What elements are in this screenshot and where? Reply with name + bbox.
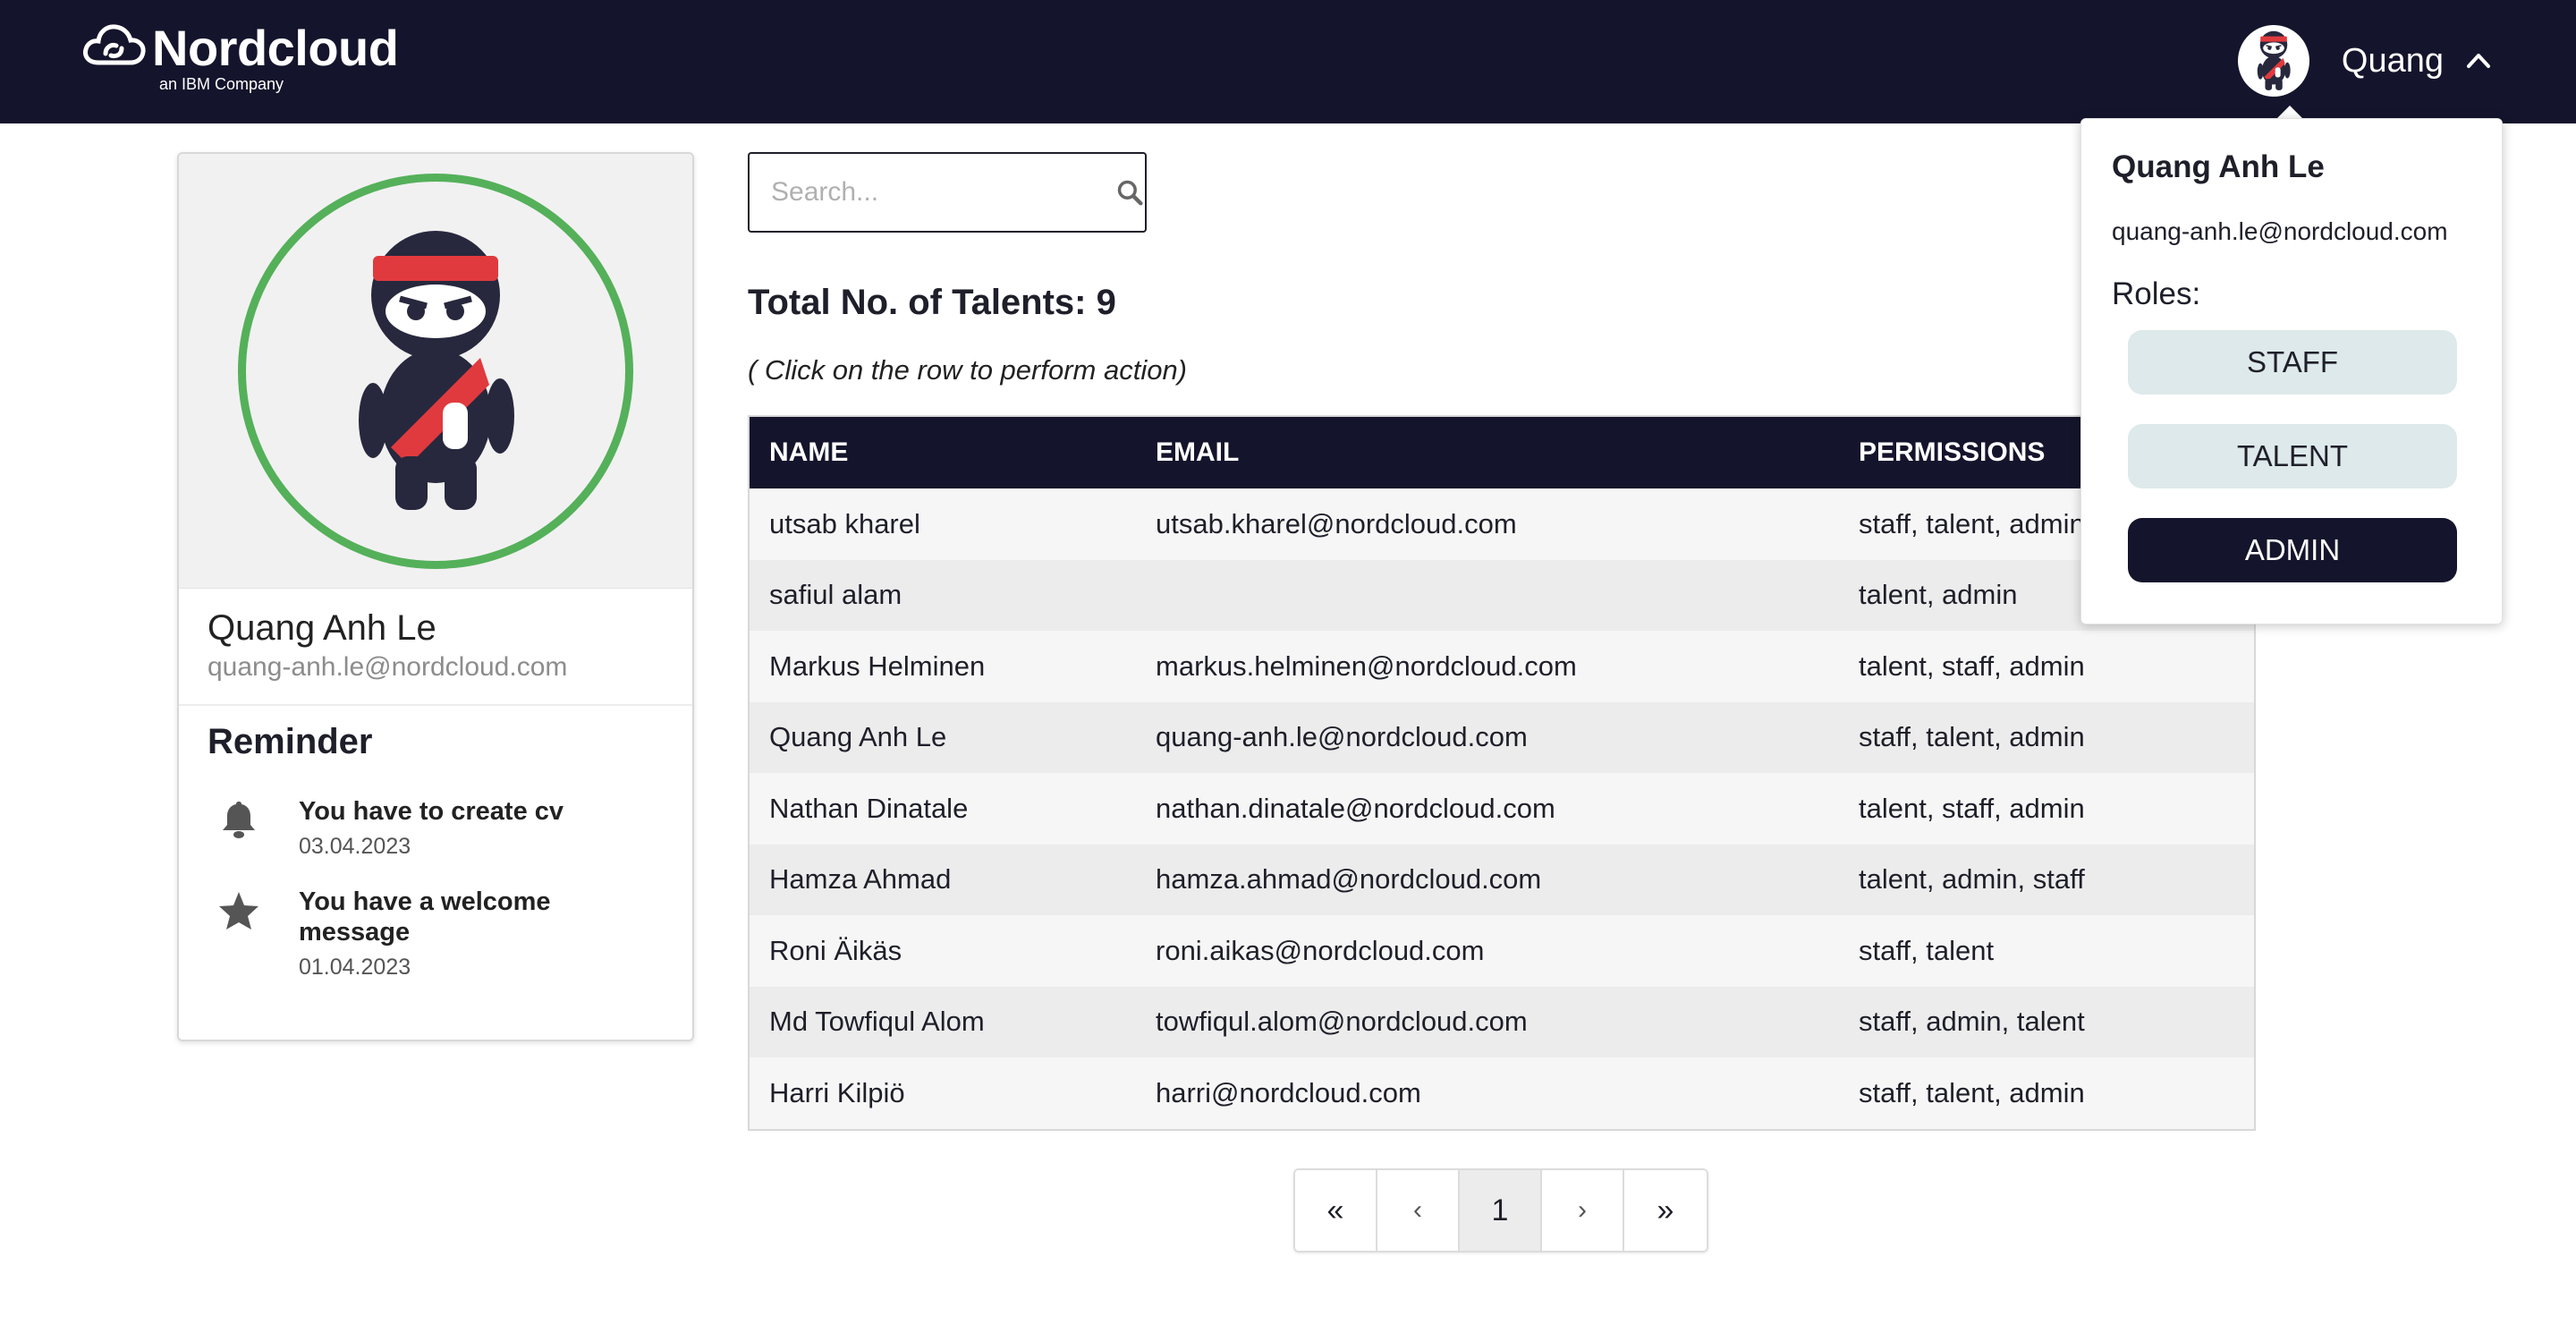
role-admin-button[interactable]: ADMIN [2128, 518, 2457, 582]
user-name: Quang [2341, 41, 2444, 80]
profile-card: Quang Anh Le quang-anh.le@nordcloud.com … [177, 152, 694, 1041]
column-header-name[interactable]: NAME [750, 417, 1136, 488]
cell-permissions: staff, talent, admin [1859, 1076, 2085, 1108]
cell-email: quang-anh.le@nordcloud.com [1156, 721, 1528, 753]
prev-page-button[interactable]: ‹ [1377, 1170, 1460, 1251]
reminder-item[interactable]: You have a welcome message 01.04.2023 [179, 887, 692, 981]
cell-email: harri@nordcloud.com [1156, 1076, 1421, 1108]
reminder-date: 01.04.2023 [299, 955, 411, 980]
table-row[interactable]: Quang Anh Le quang-anh.le@nordcloud.com … [750, 701, 2254, 773]
profile-avatar [238, 173, 633, 569]
last-page-button[interactable]: » [1624, 1170, 1707, 1251]
cell-name: Markus Helminen [769, 650, 986, 682]
bell-icon [208, 796, 270, 860]
reminder-item[interactable]: You have to create cv 03.04.2023 [179, 796, 692, 860]
avatar [2237, 25, 2309, 97]
dropdown-user-name: Quang Anh Le [2112, 149, 2325, 184]
cell-permissions: talent, staff, admin [1859, 792, 2085, 824]
cell-email: utsab.kharel@nordcloud.com [1156, 507, 1517, 539]
first-page-button[interactable]: « [1295, 1170, 1377, 1251]
roles-label: Roles: [2112, 276, 2201, 311]
chevron-up-icon [2465, 47, 2492, 74]
cell-permissions: staff, talent [1859, 934, 1995, 966]
cell-name: Hamza Ahmad [769, 863, 952, 896]
star-icon [208, 887, 270, 981]
cell-name: Md Towfiqul Alom [769, 1006, 985, 1038]
talents-table: NAME EMAIL PERMISSIONS utsab kharel utsa… [748, 415, 2256, 1131]
table-row[interactable]: Roni Äikäs roni.aikas@nordcloud.com staf… [750, 915, 2254, 987]
pagination: « ‹ 1 › » [1293, 1168, 1708, 1252]
table-row[interactable]: safiul alam talent, admin [750, 559, 2254, 632]
user-dropdown: Quang Anh Le quang-anh.le@nordcloud.com … [2080, 118, 2503, 624]
reminder-text: You have to create cv [299, 797, 564, 826]
search-icon[interactable] [1116, 177, 1143, 208]
profile-name: Quang Anh Le [208, 608, 436, 648]
cell-permissions: staff, admin, talent [1859, 1006, 2085, 1038]
talent-count: Total No. of Talents: 9 [748, 283, 1116, 322]
table-row[interactable]: Md Towfiqul Alom towfiqul.alom@nordcloud… [750, 986, 2254, 1057]
reminder-text: You have a welcome message [299, 887, 551, 947]
table-row[interactable]: Markus Helminen markus.helminen@nordclou… [750, 631, 2254, 702]
cell-email: hamza.ahmad@nordcloud.com [1156, 863, 1542, 896]
role-staff-button[interactable]: STAFF [2128, 330, 2457, 395]
cell-email: nathan.dinatale@nordcloud.com [1156, 792, 1555, 824]
cell-name: Nathan Dinatale [769, 792, 969, 824]
table-row[interactable]: Hamza Ahmad hamza.ahmad@nordcloud.com ta… [750, 844, 2254, 915]
cell-email [1136, 560, 1839, 632]
cell-permissions: talent, admin, staff [1859, 863, 2085, 896]
role-talent-button[interactable]: TALENT [2128, 424, 2457, 488]
profile-email: quang-anh.le@nordcloud.com [208, 652, 568, 682]
search-input[interactable] [771, 177, 1116, 208]
table-row[interactable]: utsab kharel utsab.kharel@nordcloud.com … [750, 488, 2254, 560]
logo-text: Nordcloud [152, 20, 399, 76]
cell-permissions: staff, talent, admin [1859, 721, 2085, 753]
cell-name: Quang Anh Le [769, 721, 947, 753]
cell-name: Harri Kilpiö [769, 1076, 905, 1108]
ninja-avatar-icon [2257, 30, 2291, 90]
column-header-email[interactable]: EMAIL [1136, 417, 1839, 488]
ninja-avatar-icon [359, 230, 514, 510]
search-box [748, 152, 1147, 233]
next-page-button[interactable]: › [1542, 1170, 1624, 1251]
cell-email: markus.helminen@nordcloud.com [1156, 650, 1577, 682]
logo-subtitle: an IBM Company [159, 75, 284, 93]
cell-name: safiul alam [769, 579, 902, 611]
reminder-date: 03.04.2023 [299, 834, 411, 859]
cell-email: roni.aikas@nordcloud.com [1156, 934, 1485, 966]
table-row[interactable]: Harri Kilpiö harri@nordcloud.com staff, … [750, 1057, 2254, 1129]
reminder-title: Reminder [208, 722, 373, 761]
dropdown-user-email: quang-anh.le@nordcloud.com [2112, 217, 2448, 245]
user-menu-toggle[interactable]: Quang [2237, 25, 2492, 97]
page-1-button[interactable]: 1 [1460, 1170, 1542, 1251]
cloud-logo-icon [83, 24, 146, 65]
nordcloud-logo[interactable]: Nordcloud an IBM Company [82, 20, 399, 93]
cell-email: towfiqul.alom@nordcloud.com [1156, 1006, 1528, 1038]
cell-permissions: talent, staff, admin [1859, 650, 2085, 682]
table-row[interactable]: Nathan Dinatale nathan.dinatale@nordclou… [750, 773, 2254, 845]
cell-name: utsab kharel [769, 507, 920, 539]
cell-name: Roni Äikäs [769, 934, 902, 966]
table-header-row: NAME EMAIL PERMISSIONS [750, 417, 2254, 488]
table-hint: ( Click on the row to perform action) [748, 354, 1188, 386]
top-navbar: Nordcloud an IBM Company Quang [0, 0, 2576, 123]
profile-avatar-area [179, 154, 692, 589]
